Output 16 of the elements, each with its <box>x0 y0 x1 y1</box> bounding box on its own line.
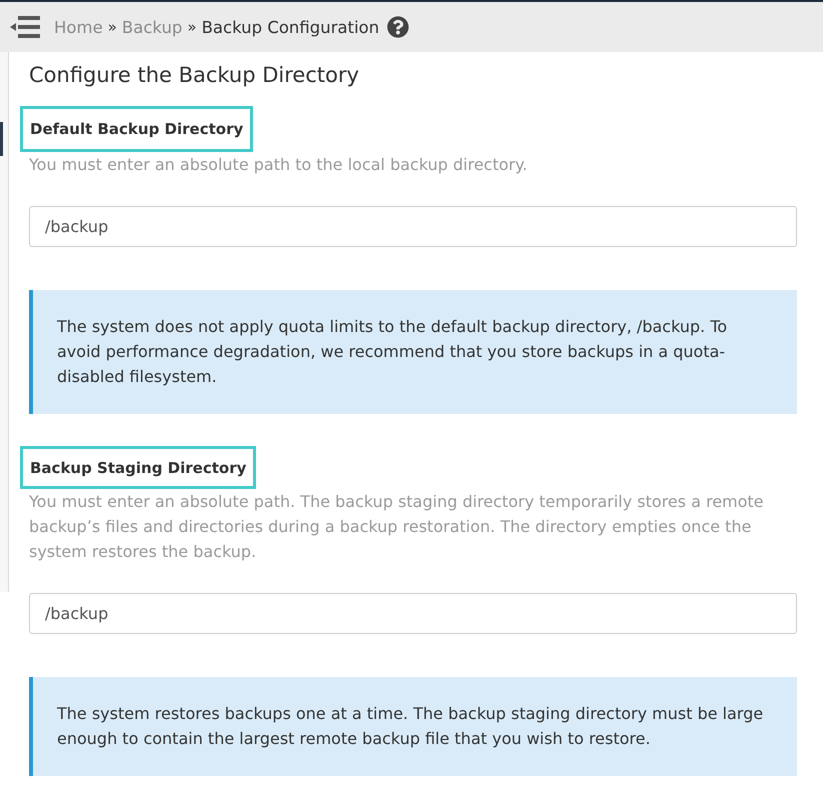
help-text: You must enter an absolute path to the local backup directory. <box>29 154 528 176</box>
field-label: Default Backup Directory <box>20 106 254 152</box>
page-title: Configure the Backup Directory <box>29 62 360 89</box>
breadcrumb-current: Backup Configuration <box>202 18 380 36</box>
breadcrumb-separator: » <box>187 18 197 36</box>
help-icon[interactable] <box>387 16 410 38</box>
sidebar-marker <box>0 122 3 156</box>
info-note: The system restores backups one at a time. The backup staging directory must be large enough to contain the largest remote backup file that you wish to restore. <box>29 677 797 776</box>
menu-collapse-icon <box>10 15 40 39</box>
breadcrumb-separator: » <box>108 18 117 36</box>
help-text: You must enter an absolute path. The backup staging directory temporarily stores a remote backup’s files and directories during a backup restoration. The directory empties once the system restores the backup. <box>29 491 765 563</box>
input-field[interactable]: /backup <box>29 206 797 247</box>
menu-button[interactable] <box>10 15 40 39</box>
info-note: The system does not apply quota limits to the default backup directory, /backup. To avoid performance degradation, we recommend that you store backups in a quota-disabled filesystem. <box>29 290 797 414</box>
field-label: Backup Staging Directory <box>20 446 256 489</box>
input-field[interactable]: /backup <box>29 593 797 634</box>
